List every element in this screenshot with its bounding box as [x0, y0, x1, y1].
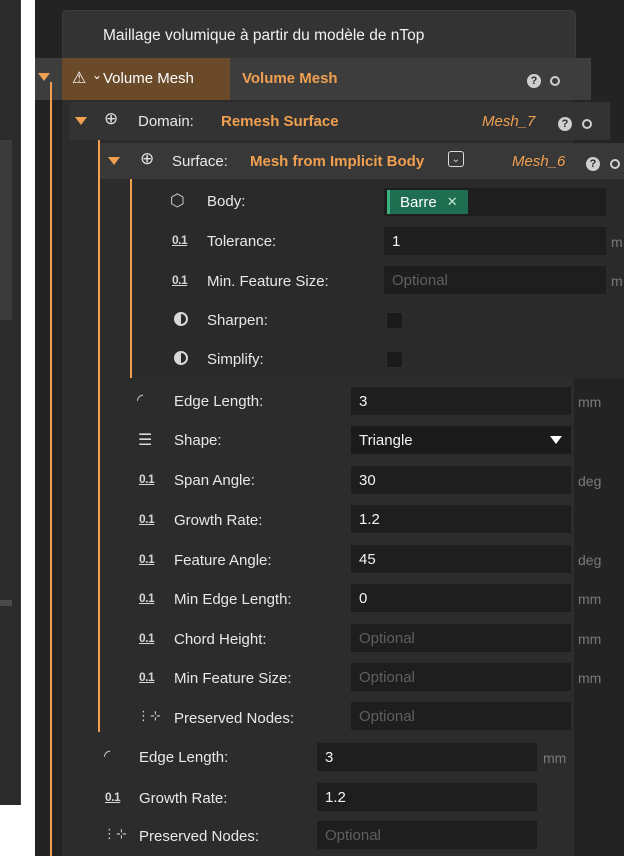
volume-mesh-help-icon[interactable]: ?	[527, 71, 541, 88]
span-angle-unit: deg	[578, 473, 602, 489]
scalar-icon: 0.1	[139, 472, 155, 486]
simplify-checkbox[interactable]	[386, 351, 403, 368]
volume-growth-rate-input[interactable]: 1.2	[317, 783, 537, 811]
volume-preserved-nodes-label: Preserved Nodes:	[139, 828, 260, 845]
body-tag-label: Barre	[400, 193, 437, 211]
edge-length-icon: ◜	[137, 392, 144, 409]
preserved-nodes-label: Preserved Nodes:	[174, 710, 295, 727]
min-edge-length-unit: mm	[578, 591, 602, 607]
remove-tag-icon[interactable]: ✕	[447, 194, 458, 210]
edge-length-label: Edge Length:	[174, 393, 264, 410]
volume-growth-rate-label: Growth Rate:	[139, 790, 228, 807]
list-icon: ☰	[138, 432, 153, 449]
surface-output-icon[interactable]	[610, 156, 624, 173]
volume-edge-length-input[interactable]: 3	[317, 743, 537, 771]
edge-length-input[interactable]: 3	[351, 387, 571, 415]
min-feature-label: Min. Feature Size:	[207, 273, 329, 290]
scalar-icon: 0.1	[172, 233, 188, 247]
shape-select[interactable]: Triangle	[351, 426, 571, 454]
feature-angle-unit: deg	[578, 552, 602, 568]
volume-preserved-nodes-input[interactable]: Optional	[317, 821, 537, 849]
left-panel-tab[interactable]	[0, 140, 12, 320]
scalar-icon: 0.1	[139, 670, 155, 684]
tolerance-label: Tolerance:	[207, 233, 277, 250]
growth-rate-input[interactable]: 1.2	[351, 505, 571, 533]
volume-edge-length-label: Edge Length:	[139, 749, 229, 766]
chord-height-unit: mm	[578, 631, 602, 647]
volume-mesh-guide	[50, 82, 52, 856]
domain-guide	[98, 130, 100, 732]
block-header: Maillage volumique à partir du modèle de…	[62, 10, 576, 59]
tolerance-input[interactable]: 1	[384, 227, 606, 255]
nodes-icon: ⋮⊹	[137, 708, 161, 723]
collapse-surface-icon[interactable]	[108, 157, 120, 165]
surface-output-name: Mesh_6	[512, 153, 566, 170]
globe-icon: ⊕	[140, 149, 155, 168]
left-panel	[0, 0, 21, 805]
simplify-label: Simplify:	[207, 351, 264, 368]
scalar-icon: 0.1	[139, 512, 155, 526]
scalar-icon: 0.1	[105, 790, 121, 804]
domain-output-name: Mesh_7	[482, 113, 536, 130]
body-label: Body:	[207, 193, 246, 210]
preserved-nodes-input[interactable]: Optional	[351, 702, 571, 730]
contrast-icon	[174, 312, 188, 326]
sharpen-label: Sharpen:	[207, 312, 268, 329]
min-edge-length-label: Min Edge Length:	[174, 591, 292, 608]
surface-label: Surface:	[172, 153, 228, 170]
contrast-icon	[174, 351, 188, 365]
nodes-icon: ⋮⊹	[103, 826, 127, 841]
span-angle-input[interactable]: 30	[351, 466, 571, 494]
shape-select-value: Triangle	[359, 431, 413, 449]
chevron-down-icon[interactable]: ⌄	[92, 68, 102, 82]
domain-label: Domain:	[138, 113, 194, 130]
scalar-icon: 0.1	[139, 552, 155, 566]
volume-mesh-label: Volume Mesh	[103, 70, 194, 87]
surface-help-icon[interactable]: ?	[586, 154, 600, 171]
feature-angle-label: Feature Angle:	[174, 552, 272, 569]
scalar-icon: 0.1	[172, 273, 188, 287]
shape-label: Shape:	[174, 432, 222, 449]
block-title: Maillage volumique à partir du modèle de…	[103, 27, 425, 44]
min-edge-length-input[interactable]: 0	[351, 584, 571, 612]
surface-dropdown-icon[interactable]: ⌄	[448, 151, 464, 167]
sharpen-checkbox[interactable]	[386, 312, 403, 329]
min-feature-size-label: Min Feature Size:	[174, 670, 292, 687]
scalar-icon: 0.1	[139, 591, 155, 605]
volume-mesh-value[interactable]: Volume Mesh	[242, 70, 338, 87]
growth-rate-label: Growth Rate:	[174, 512, 263, 529]
feature-angle-input[interactable]: 45	[351, 545, 571, 573]
collapse-domain-icon[interactable]	[75, 117, 87, 125]
edge-length-icon: ◜	[104, 748, 111, 765]
domain-output-icon[interactable]	[582, 116, 592, 133]
min-feature-unit: m	[611, 273, 623, 289]
min-feature-size-input[interactable]: Optional	[351, 663, 571, 691]
min-feature-size-unit: mm	[578, 670, 602, 686]
body-field[interactable]: Barre ✕	[384, 188, 606, 216]
volume-edge-length-unit: mm	[543, 750, 567, 766]
globe-icon: ⊕	[104, 109, 119, 128]
volume-mesh-output-icon[interactable]	[550, 73, 560, 90]
scalar-icon: 0.1	[139, 631, 155, 645]
body-icon: ⬡	[170, 191, 185, 210]
chord-height-label: Chord Height:	[174, 631, 267, 648]
min-feature-input[interactable]: Optional	[384, 266, 606, 294]
collapse-volume-mesh-icon[interactable]	[38, 73, 50, 81]
surface-value[interactable]: Mesh from Implicit Body	[250, 153, 424, 170]
tolerance-unit: m	[611, 234, 623, 250]
left-panel-divider	[0, 600, 12, 606]
edge-length-unit: mm	[578, 394, 602, 410]
caret-down-icon[interactable]	[550, 436, 562, 444]
span-angle-label: Span Angle:	[174, 472, 255, 489]
domain-value[interactable]: Remesh Surface	[221, 113, 339, 130]
chord-height-input[interactable]: Optional	[351, 624, 571, 652]
volume-mesh-warning-icon: ⚠	[72, 70, 87, 87]
body-tag[interactable]: Barre ✕	[387, 190, 468, 214]
domain-help-icon[interactable]: ?	[558, 114, 572, 131]
